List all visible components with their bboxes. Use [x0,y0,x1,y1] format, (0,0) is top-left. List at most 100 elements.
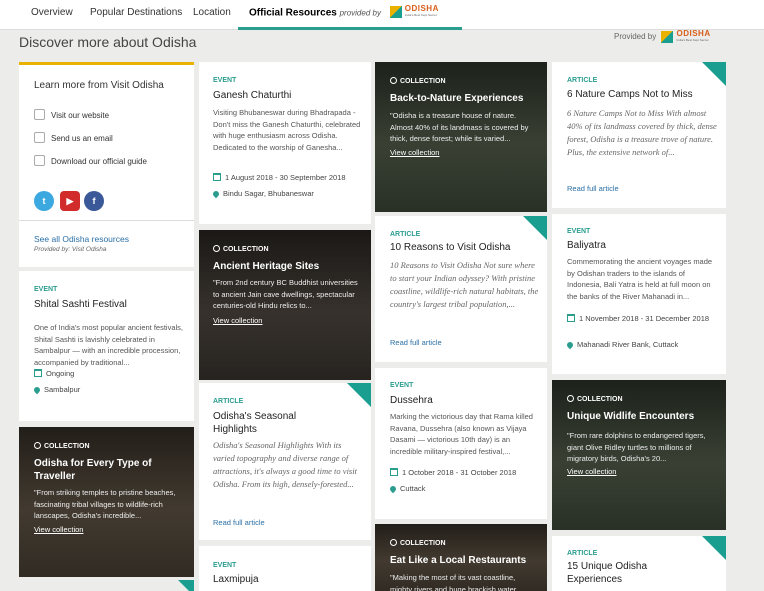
youtube-icon[interactable]: ▶ [60,191,80,211]
collection-label: COLLECTION [390,539,446,547]
collection-label: COLLECTION [390,77,446,85]
card-type: ARTICLE [390,231,421,238]
card-title: Ancient Heritage Sites [213,261,320,272]
globe-icon [34,109,45,120]
tab-location[interactable]: Location [193,0,231,30]
download-guide-link[interactable]: Download our official guide [34,155,147,166]
card-title: 6 Nature Camps Not to Miss [567,89,693,100]
tab-popular-destinations[interactable]: Popular Destinations [90,0,182,30]
card-description: One of India's most popular ancient fest… [34,323,184,367]
card-shital-sashti[interactable]: EVENT Shital Sashti Festival One of Indi… [19,271,194,421]
event-date: 1 October 2018 - 31 October 2018 [390,468,516,477]
card-seasonal-highlights[interactable]: ARTICLE Odisha's Seasonal Highlights Odi… [199,383,371,540]
view-collection-link[interactable]: View collection [34,525,83,534]
card-description: "From striking temples to pristine beach… [34,488,176,520]
card-title: Odisha for Every Type of Traveller [34,458,152,482]
card-title: 15 Unique Odisha Experiences [567,561,648,585]
provided-by: Provided by ODISHA India's Best Kept Secr… [614,29,711,43]
collection-icon [34,442,41,449]
collection-icon [390,77,397,84]
odisha-logo-small: ODISHA India's Best Kept Secret [661,30,710,43]
card-back-to-nature[interactable]: COLLECTION Back-to-Nature Experiences "O… [375,62,547,212]
card-title: Ganesh Chaturthi [213,90,292,101]
visit-website-link[interactable]: Visit our website [34,109,109,120]
card-type: EVENT [567,228,591,235]
card-type: EVENT [34,286,58,293]
card-description: "Making the most of its vast coastline, … [390,573,517,591]
card-wildlife-encounters[interactable]: COLLECTION Unique Widlife Encounters "Fr… [552,380,726,530]
calendar-icon [567,314,575,322]
event-location: Bindu Sagar, Bhubaneswar [211,189,314,199]
card-fifteen-experiences[interactable]: ARTICLE 15 Unique Odisha Experiences [552,536,726,591]
sidebar-title: Learn more from Visit Odisha [34,80,164,91]
card-description: "From rare dolphins to endangered tigers… [567,431,706,463]
location-pin-icon [211,189,221,199]
read-full-article-link[interactable]: Read full article [390,338,442,347]
provided-by-visit-odisha: Provided by: Visit Odisha [34,246,107,253]
facebook-icon[interactable]: f [84,191,104,211]
divider [19,220,194,221]
card-every-type-traveller[interactable]: COLLECTION Odisha for Every Type of Trav… [19,427,194,577]
card-ancient-heritage[interactable]: COLLECTION Ancient Heritage Sites "From … [199,230,371,380]
event-location: Cuttack [388,484,425,494]
card-dussehra[interactable]: EVENT Dussehra Marking the victorious da… [375,368,547,519]
view-collection-link[interactable]: View collection [567,467,616,476]
event-date: Ongoing [34,369,74,378]
card-description: 10 Reasons to Visit Odisha Not sure wher… [390,260,539,309]
card-eat-like-local[interactable]: COLLECTION Eat Like a Local Restaurants … [375,524,547,591]
corner-marker [152,580,194,591]
twitter-icon[interactable]: t [34,191,54,211]
collection-label: COLLECTION [567,395,623,403]
card-ten-reasons[interactable]: ARTICLE 10 Reasons to Visit Odisha 10 Re… [375,216,547,362]
tab-provided-by: provided by [339,8,381,18]
card-description: "From 2nd century BC Buddhist universiti… [213,278,358,310]
card-description: 6 Nature Camps Not to Miss With almost 4… [567,108,717,157]
event-location: Mahanadi River Bank, Cuttack [565,340,678,350]
odisha-logo-mark [389,6,402,19]
card-title: Back-to-Nature Experiences [390,93,524,104]
collection-icon [567,395,574,402]
calendar-icon [390,468,398,476]
tab-overview[interactable]: Overview [31,0,73,30]
read-full-article-link[interactable]: Read full article [567,184,619,193]
card-title: Shital Sashti Festival [34,299,127,310]
collection-icon [213,245,220,252]
tab-official-resources[interactable]: Official Resources provided by ODISHA Ind… [238,0,462,30]
collection-icon [390,539,397,546]
card-description: Visiting Bhubaneswar during Bhadrapada -… [213,108,361,152]
card-title: Baliyatra [567,240,606,251]
teal-corner-triangle [523,216,547,240]
teal-corner-triangle [702,536,726,560]
card-baliyatra[interactable]: EVENT Baliyatra Commemorating the ancien… [552,214,726,374]
view-collection-link[interactable]: View collection [213,316,262,325]
card-ganesh-chaturthi[interactable]: EVENT Ganesh Chaturthi Visiting Bhubanes… [199,62,371,224]
odisha-logo-mark [661,31,674,43]
card-type: EVENT [213,562,237,569]
document-icon [34,155,45,166]
teal-corner-triangle [702,62,726,86]
card-description: Marking the victorious day that Rama kil… [390,412,533,456]
card-title: Odisha's Seasonal Highlights [213,411,297,435]
card-laxmipuja[interactable]: EVENT Laxmipuja [199,546,371,591]
odisha-logo: ODISHA India's Best Kept Secret [389,0,439,26]
card-six-nature-camps[interactable]: ARTICLE 6 Nature Camps Not to Miss 6 Nat… [552,62,726,208]
event-date: 1 August 2018 - 30 September 2018 [213,173,346,182]
card-type: EVENT [390,382,414,389]
card-type: ARTICLE [567,77,598,84]
send-email-link[interactable]: Send us an email [34,132,113,143]
card-description: "Odisha is a treasure house of nature. A… [390,111,529,143]
card-type: EVENT [213,77,237,84]
card-title: Eat Like a Local Restaurants [390,555,527,566]
read-full-article-link[interactable]: Read full article [213,518,265,527]
card-type: ARTICLE [567,550,598,557]
tab-official-resources-label: Official Resources [249,7,337,19]
teal-corner-triangle [347,383,371,407]
event-location: Sambalpur [32,385,80,395]
view-collection-link[interactable]: View collection [390,148,439,157]
card-type: ARTICLE [213,398,244,405]
teal-corner-triangle [178,580,194,591]
location-pin-icon [388,484,398,494]
calendar-icon [34,369,42,377]
see-all-resources-link[interactable]: See all Odisha resources [34,234,129,244]
card-title: Laxmipuja [213,574,259,585]
